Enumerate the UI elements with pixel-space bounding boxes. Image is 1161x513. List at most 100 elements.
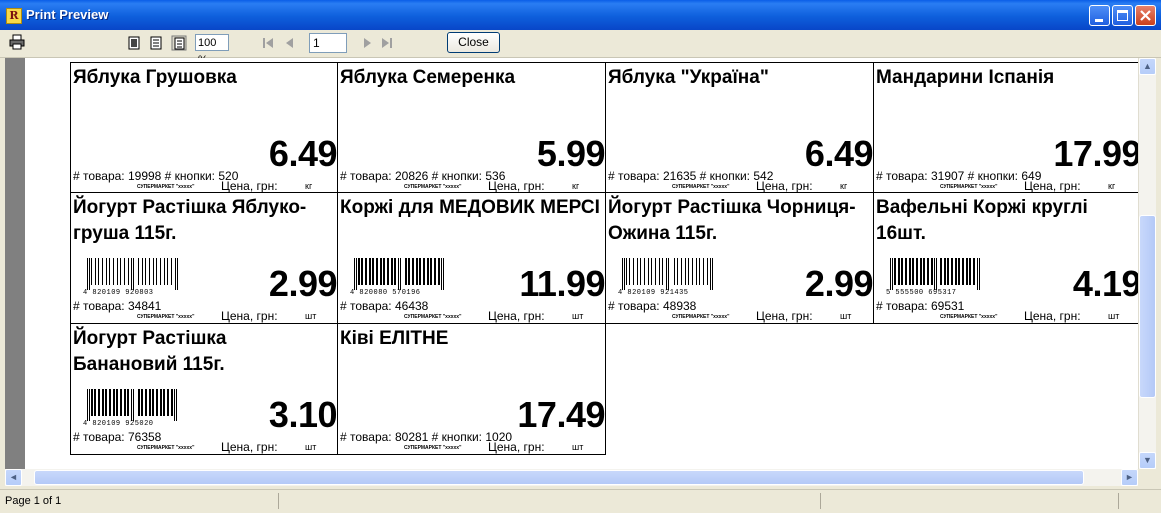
last-page-icon[interactable] [381, 37, 393, 49]
one-page-icon[interactable] [126, 35, 142, 51]
barcode: 5 555500 695317 [886, 258, 980, 296]
paper-page: Яблука Грушовка 6.49 # товара: 19998 # кно… [25, 58, 1138, 469]
currency-caption: Цена, грн: [1024, 179, 1081, 193]
product-codes: # товара: 31907 # кнопки: 649 [876, 169, 1042, 183]
product-name: Вафельні Коржі круглі 16шт. [876, 197, 1088, 244]
close-icon [1140, 10, 1151, 21]
product-name: Коржі для МЕДОВИК МЕРСІ [340, 197, 600, 218]
product-price: 6.49 [804, 133, 874, 174]
close-window-button[interactable] [1135, 5, 1156, 26]
unit-caption: кг [1108, 181, 1116, 191]
currency-caption: Цена, грн: [756, 309, 813, 323]
unit-caption: шт [1108, 311, 1120, 321]
print-icon[interactable] [9, 34, 25, 50]
product-name: Йогурт Растішка Яблуко-груша 115г. [73, 197, 307, 244]
page-number-input[interactable]: 1 [309, 33, 347, 53]
first-page-icon[interactable] [262, 37, 274, 49]
barcode: 4 820109 925020 [83, 389, 177, 427]
scroll-right-button[interactable]: ► [1121, 469, 1138, 486]
product-price: 6.49 [268, 133, 338, 174]
price-label-card: Коржі для МЕДОВИК МЕРСІ 11.99 # товара: 46… [338, 193, 606, 324]
store-name: СУПЕРМАРКЕТ "xxxxx" [137, 445, 195, 451]
page-layout-icon[interactable] [171, 35, 187, 51]
product-codes: # товара: 48938 [608, 299, 697, 313]
page-width-icon[interactable] [148, 35, 164, 51]
store-name: СУПЕРМАРКЕТ "xxxxx" [672, 184, 730, 190]
product-codes: # товара: 46438 [340, 299, 429, 313]
product-price: 5.99 [536, 133, 606, 174]
price-label-card: Мандарини Іспанія 17.99 # товара: 31907 # … [874, 62, 1138, 193]
status-bar: Page 1 of 1 [0, 489, 1161, 513]
price-label-card: Ківі ЕЛІТНЕ 17.49 # товара: 80281 # кнопки… [338, 324, 606, 455]
product-price: 4.19 [1072, 263, 1138, 304]
status-divider [278, 493, 279, 509]
price-label-card: Йогурт Растішка Яблуко-груша 115г. 2.99 # … [70, 193, 338, 324]
unit-caption: кг [572, 181, 580, 191]
currency-caption: Цена, грн: [488, 440, 545, 454]
app-icon: R [6, 8, 22, 24]
product-codes: # товара: 34841 [73, 299, 162, 313]
currency-caption: Цена, грн: [756, 179, 813, 193]
store-name: СУПЕРМАРКЕТ "xxxxx" [137, 184, 195, 190]
product-codes: # товара: 19998 # кнопки: 520 [73, 169, 239, 183]
barcode-digits: 4 820109 921435 [618, 289, 689, 296]
preview-area[interactable]: Яблука Грушовка 6.49 # товара: 19998 # кно… [5, 58, 1138, 469]
store-name: СУПЕРМАРКЕТ "xxxxx" [404, 184, 462, 190]
vertical-scroll-thumb[interactable] [1139, 215, 1156, 398]
store-name: СУПЕРМАРКЕТ "xxxxx" [940, 314, 998, 320]
store-name: СУПЕРМАРКЕТ "xxxxx" [940, 184, 998, 190]
currency-caption: Цена, грн: [488, 309, 545, 323]
product-codes: # товара: 69531 [876, 299, 965, 313]
horizontal-scroll-thumb[interactable] [34, 470, 1084, 485]
product-price: 17.99 [1053, 133, 1138, 174]
product-name: Йогурт Растішка Чорниця-Ожина 115г. [608, 197, 856, 244]
price-label-card: Вафельні Коржі круглі 16шт. 4.19 # товара:… [874, 193, 1138, 324]
horizontal-scrollbar[interactable]: ◄ ► [5, 469, 1138, 486]
page-info: Page 1 of 1 [5, 495, 62, 507]
currency-caption: Цена, грн: [221, 179, 278, 193]
unit-caption: шт [305, 311, 317, 321]
maximize-button[interactable] [1112, 5, 1133, 26]
minimize-button[interactable] [1089, 5, 1110, 26]
price-label-card: Йогурт Растішка Чорниця-Ожина 115г. 2.99 #… [606, 193, 874, 324]
unit-caption: шт [572, 311, 584, 321]
product-codes: # товара: 76358 [73, 430, 162, 444]
product-price: 2.99 [804, 263, 874, 304]
store-name: СУПЕРМАРКЕТ "xxxxx" [404, 314, 462, 320]
product-name: Яблука Семеренка [340, 67, 516, 88]
store-name: СУПЕРМАРКЕТ "xxxxx" [137, 314, 195, 320]
barcode: 4 820109 921435 [618, 258, 713, 296]
currency-caption: Цена, грн: [221, 309, 278, 323]
currency-caption: Цена, грн: [221, 440, 278, 454]
product-codes: # товара: 20826 # кнопки: 536 [340, 169, 506, 183]
store-name: СУПЕРМАРКЕТ "xxxxx" [404, 445, 462, 451]
barcode-digits: 4 820109 925020 [83, 420, 154, 427]
next-page-icon[interactable] [361, 37, 373, 49]
status-divider [1118, 493, 1119, 509]
scroll-left-button[interactable]: ◄ [5, 469, 22, 486]
zoom-field[interactable]: 100 % [195, 34, 229, 66]
prev-page-icon[interactable] [284, 37, 296, 49]
barcode-digits: 4 820080 570196 [350, 289, 421, 296]
barcode-digits: 5 555500 695317 [886, 289, 957, 296]
barcode: 4 820109 920803 [83, 258, 178, 296]
price-label-card: Яблука Семеренка 5.99 # товара: 20826 # кн… [338, 62, 606, 193]
store-name: СУПЕРМАРКЕТ "xxxxx" [672, 314, 730, 320]
scroll-up-button[interactable]: ▲ [1139, 58, 1156, 75]
unit-caption: шт [572, 442, 584, 452]
unit-caption: шт [840, 311, 852, 321]
product-name: Йогурт Растішка Банановий 115г. [73, 328, 227, 375]
price-label-card: Яблука "Україна" 6.49 # товара: 21635 # кн… [606, 62, 874, 193]
price-label-card: Йогурт Растішка Банановий 115г. 3.10 # тов… [70, 324, 338, 455]
close-button[interactable]: Close [447, 32, 500, 53]
title-bar[interactable]: R Print Preview [0, 0, 1161, 30]
vertical-scrollbar[interactable]: ▲ ▼ [1138, 58, 1156, 469]
product-price: 2.99 [268, 263, 338, 304]
status-divider [820, 493, 821, 509]
barcode: 4 820080 570196 [350, 258, 444, 296]
product-name: Яблука Грушовка [73, 67, 237, 88]
scroll-down-button[interactable]: ▼ [1139, 452, 1156, 469]
product-price: 3.10 [268, 394, 338, 435]
unit-caption: кг [840, 181, 848, 191]
unit-caption: кг [305, 181, 313, 191]
